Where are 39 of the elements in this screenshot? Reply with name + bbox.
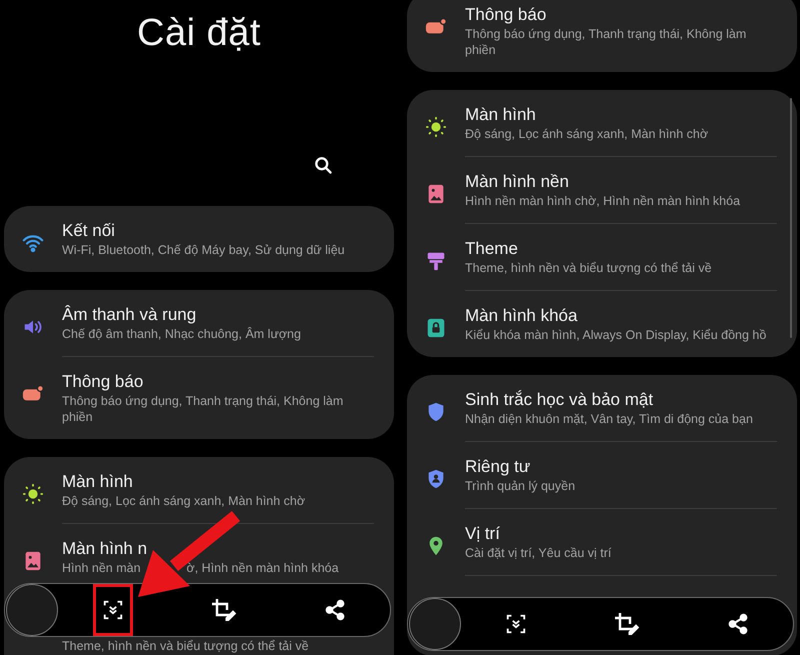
setting-description: Theme, hình nền và biểu tượng có thể tải về <box>62 638 310 654</box>
setting-description: Thông báo ứng dụng, Thanh trạng thái, Không làm phiền <box>62 393 344 425</box>
setting-description: Thông báo ứng dụng, Thanh trạng thái, Không làm phiền <box>465 26 748 58</box>
setting-description: Theme, hình nền và biểu tượng có thể tải về <box>465 260 713 276</box>
setting-title[interactable]: Màn hình <box>62 471 374 493</box>
share-icon <box>726 613 749 635</box>
screenshot-thumbnail[interactable] <box>409 598 461 650</box>
setting-description: Độ sáng, Lọc ánh sáng xanh, Màn hình chờ <box>62 493 306 509</box>
setting-description: Nhận diện khuôn mặt, Vân tay, Tìm di động của bạn <box>465 411 754 427</box>
setting-description: Hình nền màn hình chờ, Hình nền màn hình khóa <box>465 193 742 209</box>
setting-title[interactable]: Riêng tư <box>465 456 777 478</box>
setting-description: Trình quản lý quyền <box>465 478 576 494</box>
setting-description: Chế độ âm thanh, Nhạc chuông, Âm lượng <box>62 326 302 342</box>
setting-title[interactable]: Màn hình khóa <box>465 305 777 327</box>
scroll-capture-icon <box>102 599 124 621</box>
setting-description: Hình nền màn <box>62 560 141 576</box>
setting-title[interactable]: Thông báo <box>465 4 777 26</box>
crop-pencil-icon <box>614 612 640 636</box>
setting-description: Cài đặt vị trí, Yêu cầu vị trí <box>465 545 612 561</box>
setting-title[interactable]: Kết nối <box>62 220 374 242</box>
setting-title[interactable]: Âm thanh và rung <box>62 304 374 326</box>
setting-description: Độ sáng, Lọc ánh sáng xanh, Màn hình chờ <box>465 126 710 142</box>
setting-title[interactable]: Sinh trắc học và bảo mật <box>465 389 777 411</box>
setting-title[interactable]: Thông báo <box>62 371 374 393</box>
setting-title[interactable]: Màn hình nền <box>465 171 777 193</box>
setting-title[interactable]: Màn hình <box>465 104 777 126</box>
share-icon <box>324 599 346 621</box>
setting-title[interactable]: Theme <box>465 238 777 260</box>
setting-description: Kiểu khóa màn hình, Always On Display, Kiểu đồng hồ <box>465 327 768 343</box>
scroll-capture-button[interactable] <box>93 584 134 636</box>
page-title: Cài đặt <box>137 12 261 55</box>
setting-title[interactable]: Màn hình n <box>62 538 374 560</box>
scroll-capture-icon <box>505 613 528 635</box>
screenshot-thumbnail[interactable] <box>6 584 58 636</box>
search-icon <box>313 155 333 175</box>
crop-pencil-icon <box>210 598 237 622</box>
setting-title[interactable]: Vị trí <box>465 523 777 545</box>
setting-description: ờ, Hình nền màn hình khóa <box>186 560 339 576</box>
setting-description: Wi-Fi, Bluetooth, Chế độ Máy bay, Sử dụng dữ liệu <box>62 242 346 258</box>
